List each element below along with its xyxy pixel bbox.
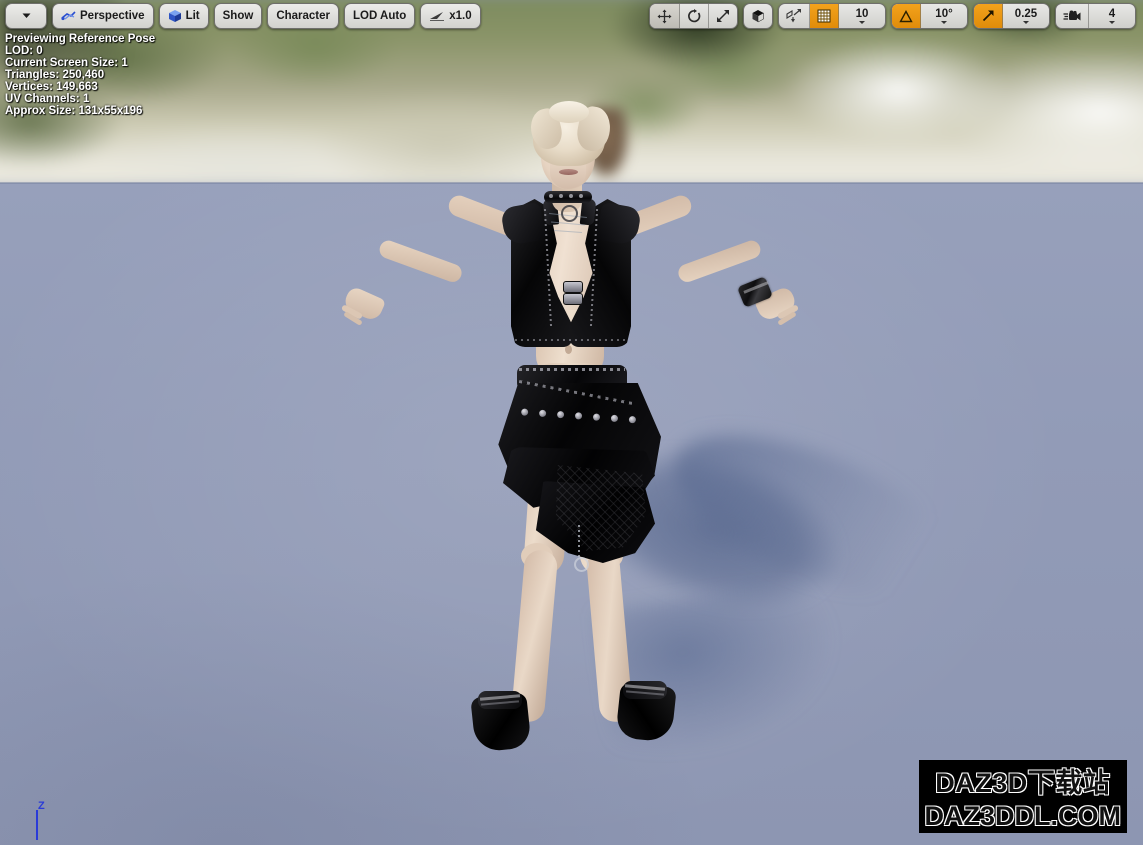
hair-tuft-top <box>549 101 589 123</box>
lighting-mode-button[interactable]: Lit <box>158 3 209 29</box>
grid-snap-value[interactable]: 10 <box>839 4 885 28</box>
vest-clasp-lower <box>563 293 583 305</box>
translate-mode-button[interactable] <box>650 4 680 28</box>
stat-lod: LOD: 0 <box>5 45 43 57</box>
grid-snap-group: 10 <box>778 3 886 29</box>
skirt-hanging-chain <box>578 525 580 559</box>
coordinate-system-group <box>743 3 773 29</box>
angle-snap-toggle[interactable] <box>892 4 921 28</box>
scale-mode-button[interactable] <box>709 4 737 28</box>
choker-ring <box>561 205 578 222</box>
axis-gizmo: Z <box>28 800 68 840</box>
stat-approx-size: Approx Size: 131x55x196 <box>5 105 143 117</box>
character-label: Character <box>276 10 331 22</box>
viewport-toolbar-left: Perspective Lit Show Character LOD Auto <box>0 0 486 32</box>
watermark: DAZ3D下载站 DAZ3DDL.COM <box>918 760 1127 833</box>
grid-snap-value-label: 10 <box>855 8 869 20</box>
skirt-waistband-trim <box>519 368 625 371</box>
rotate-mode-button[interactable] <box>680 4 709 28</box>
show-menu-button[interactable]: Show <box>213 3 263 29</box>
grid-icon <box>817 9 831 23</box>
world-cube-icon <box>751 9 765 23</box>
scale-snap-toggle[interactable] <box>974 4 1003 28</box>
viewport-options-menu-button[interactable] <box>5 3 47 29</box>
perspective-camera-icon <box>61 10 76 22</box>
move-arrows-icon <box>657 9 672 24</box>
viewport-3d-render[interactable]: Z <box>0 0 1143 845</box>
view-mode-button[interactable]: Perspective <box>52 3 154 29</box>
scale-snap-arrow-icon <box>981 9 995 23</box>
forearm-left <box>377 238 465 285</box>
angle-snap-group: 10° <box>891 3 968 29</box>
unreal-skeletal-mesh-viewport: Z Previewing Reference Pose LOD: 0 Curre… <box>0 0 1143 845</box>
chevron-down-icon <box>1023 21 1029 24</box>
camera-speed-value-label: 4 <box>1108 8 1116 20</box>
watermark-line-1: DAZ3D下载站 <box>918 760 1127 801</box>
surface-snap-button[interactable] <box>779 4 810 28</box>
chevron-down-icon <box>22 13 31 19</box>
surface-snap-icon <box>786 9 802 23</box>
vest-shoulder-right <box>596 201 642 247</box>
transform-mode-group <box>649 3 738 29</box>
watermark-line-2: DAZ3DDL.COM <box>918 800 1127 833</box>
scale-snap-value-label: 0.25 <box>1014 8 1038 20</box>
camera-speed-group: 4 <box>1055 3 1136 29</box>
playback-speed-button[interactable]: x1.0 <box>420 3 481 29</box>
playback-speed-icon <box>429 10 445 22</box>
stat-triangles: Triangles: 250,460 <box>5 69 105 81</box>
playback-speed-label: x1.0 <box>449 10 472 22</box>
grid-snap-toggle[interactable] <box>810 4 839 28</box>
camera-speed-value[interactable]: 4 <box>1089 4 1135 28</box>
rotate-arc-icon <box>687 9 701 23</box>
skirt-chain-ring <box>574 557 589 572</box>
scale-arrows-icon <box>716 9 730 23</box>
character-menu-button[interactable]: Character <box>267 3 340 29</box>
viewport-stats-overlay: Previewing Reference Pose LOD: 0 Current… <box>5 33 155 117</box>
vest-shoulder-left <box>500 201 546 247</box>
stat-vertices: Vertices: 149,663 <box>5 81 98 93</box>
scale-snap-value[interactable]: 0.25 <box>1003 4 1049 28</box>
world-space-button[interactable] <box>744 4 772 28</box>
stat-uv-channels: UV Channels: 1 <box>5 93 90 105</box>
mouth <box>559 169 578 175</box>
vest-clasp-upper <box>563 281 583 293</box>
chevron-down-icon <box>1109 21 1115 24</box>
lit-cube-icon <box>168 9 182 23</box>
forearm-right <box>675 238 763 285</box>
chevron-down-icon <box>859 21 865 24</box>
angle-triangle-icon <box>899 9 913 23</box>
vest-hem-trim <box>515 339 627 341</box>
view-mode-label: Perspective <box>80 10 145 22</box>
axis-z-line <box>36 810 38 840</box>
stat-screen-size: Current Screen Size: 1 <box>5 57 128 69</box>
angle-snap-value-label: 10° <box>935 8 953 20</box>
scale-snap-group: 0.25 <box>973 3 1050 29</box>
stat-previewing-pose: Previewing Reference Pose <box>5 33 156 45</box>
chevron-down-icon <box>941 21 947 24</box>
axis-z-label: Z <box>38 800 45 812</box>
lighting-mode-label: Lit <box>185 10 200 22</box>
camera-speed-icon-cell[interactable] <box>1056 4 1089 28</box>
viewport-toolbar-right: 10 10° 0.25 4 <box>644 0 1141 32</box>
camera-speed-icon <box>1063 10 1081 23</box>
lod-menu-button[interactable]: LOD Auto <box>344 3 416 29</box>
show-label: Show <box>222 10 254 22</box>
lod-label: LOD Auto <box>353 10 407 22</box>
character-mesh[interactable] <box>335 95 979 765</box>
angle-snap-value[interactable]: 10° <box>921 4 967 28</box>
